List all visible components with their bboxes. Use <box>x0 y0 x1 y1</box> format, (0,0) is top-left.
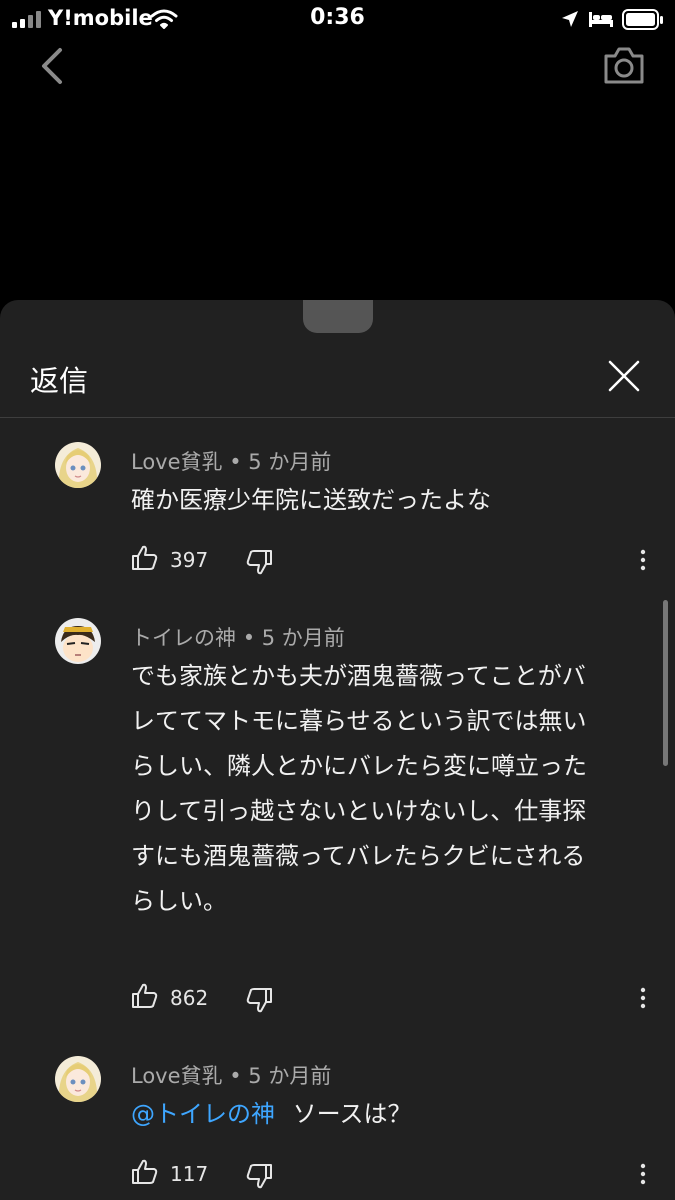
sheet-title: 返信 <box>30 364 89 398</box>
comment-actions: 397 <box>131 544 651 578</box>
comment-text: でも家族とかも夫が酒鬼薔薇ってことがバ レててマトモに暮らせるという訳では無い … <box>131 654 651 924</box>
thumbs-up-icon[interactable] <box>131 982 159 1010</box>
more-vertical-icon[interactable] <box>631 548 655 572</box>
avatar[interactable] <box>55 1056 101 1102</box>
bed-icon <box>589 12 613 27</box>
comment-age: 5 か月前 <box>261 626 345 650</box>
comment-meta: トイレの神 • 5 か月前 <box>131 622 345 652</box>
comment-age: 5 か月前 <box>248 1064 332 1088</box>
comment-line: レててマトモに暮らせるという訳では無い <box>131 707 587 735</box>
chevron-left-icon[interactable] <box>36 46 72 86</box>
comment-line: すにも酒鬼薔薇ってバレたらクビにされる <box>131 842 586 870</box>
more-vertical-icon[interactable] <box>631 986 655 1010</box>
replies-sheet: 返信 Love貧乳 • 5 か月前 確か医療少年院に送致だったよな 397 トイ… <box>0 300 675 1200</box>
comment-line: りして引っ越さないといけないし、仕事探 <box>131 797 587 825</box>
avatar[interactable] <box>55 442 101 488</box>
avatar[interactable] <box>55 618 101 664</box>
close-icon[interactable] <box>604 356 644 396</box>
comment-meta: Love貧乳 • 5 か月前 <box>131 1060 331 1090</box>
comment-age: 5 か月前 <box>248 450 332 474</box>
comment-text: @トイレの神 ソースは？ <box>131 1092 651 1137</box>
comment-line: らしい、隣人とかにバレたら変に噂立った <box>131 752 587 780</box>
comment-line: らしい。 <box>131 887 227 915</box>
comment-author[interactable]: トイレの神 <box>131 626 236 650</box>
thumbs-down-icon[interactable] <box>245 1162 273 1190</box>
comment-body: ソースは？ <box>292 1100 412 1128</box>
separator-dot: • <box>229 1064 249 1088</box>
status-bar: Y!mobile 0:36 <box>0 0 675 40</box>
comment-actions: 117 <box>131 1158 651 1192</box>
separator-dot: • <box>242 626 262 650</box>
battery-icon <box>622 9 663 30</box>
separator-dot: • <box>229 450 249 474</box>
scrollbar[interactable] <box>663 600 668 766</box>
like-count: 862 <box>170 986 209 1010</box>
mention-link[interactable]: @トイレの神 <box>131 1100 275 1128</box>
comment-author[interactable]: Love貧乳 <box>131 450 223 474</box>
thumbs-down-icon[interactable] <box>245 986 273 1014</box>
comment-author[interactable]: Love貧乳 <box>131 1064 223 1088</box>
thumbs-down-icon[interactable] <box>245 548 273 576</box>
drag-handle[interactable] <box>303 300 373 333</box>
comment-actions: 862 <box>131 982 651 1016</box>
comment-line: でも家族とかも夫が酒鬼薔薇ってことがバ <box>131 662 586 690</box>
thumbs-up-icon[interactable] <box>131 1158 159 1186</box>
like-count: 117 <box>170 1162 209 1186</box>
location-arrow-icon <box>562 11 578 27</box>
more-vertical-icon[interactable] <box>631 1162 655 1186</box>
like-count: 397 <box>170 548 209 572</box>
comment-text: 確か医療少年院に送致だったよな <box>131 486 491 514</box>
thumbs-up-icon[interactable] <box>131 544 159 572</box>
camera-icon[interactable] <box>600 44 648 88</box>
comment-meta: Love貧乳 • 5 か月前 <box>131 446 331 476</box>
divider <box>0 417 675 418</box>
